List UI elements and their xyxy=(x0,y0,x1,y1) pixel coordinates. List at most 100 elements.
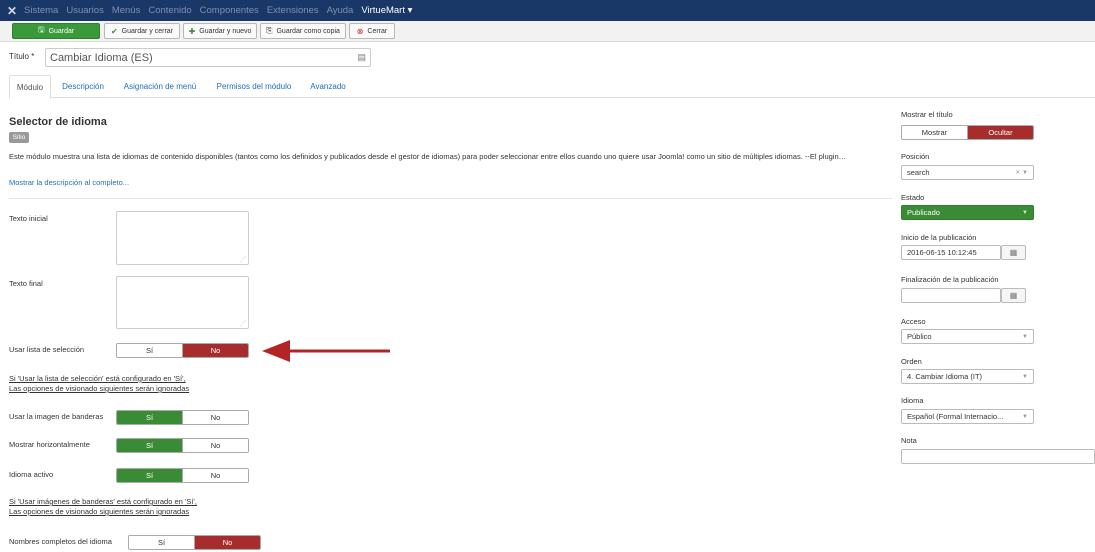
posicion-select[interactable]: search ✕ ▼ xyxy=(901,165,1034,180)
joomla-logo-icon[interactable]: ✕ xyxy=(0,0,24,21)
module-description: Este módulo muestra una lista de idiomas… xyxy=(9,152,847,161)
menu-ayuda[interactable]: Ayuda xyxy=(327,5,354,16)
orden-select[interactable]: 4. Cambiar Idioma (IT) ▼ xyxy=(901,369,1034,384)
nota-input[interactable] xyxy=(901,449,1095,464)
tab-bar: Módulo Descripción Asignación de menú Pe… xyxy=(9,75,1095,99)
chevron-down-icon: ▼ xyxy=(1022,209,1028,216)
site-badge: Sitio xyxy=(9,132,29,143)
close-circle-icon: ⊗ xyxy=(356,26,364,36)
tab-descripcion[interactable]: Descripción xyxy=(57,75,109,98)
mostrar-horiz-toggle: Sí No xyxy=(116,438,249,453)
nombres-completos-label: Nombres completos del idioma xyxy=(9,537,112,546)
menu-virtuemart[interactable]: VirtueMart ▾ xyxy=(361,5,412,16)
save-new-button[interactable]: ✚ Guardar y nuevo xyxy=(183,23,257,39)
admin-menubar: ✕ Sistema Usuarios Menús Contenido Compo… xyxy=(0,0,1095,21)
save-close-button[interactable]: ✔ Guardar y cerrar xyxy=(104,23,180,39)
title-input[interactable]: Cambiar Idioma (ES) ▤ xyxy=(45,48,371,67)
usar-lista-label: Usar lista de selección xyxy=(9,345,85,354)
idioma-label: Idioma xyxy=(901,396,924,405)
mostrar-titulo-toggle: Mostrar Ocultar xyxy=(901,125,1034,140)
nota-label: Nota xyxy=(901,436,917,445)
usar-imagen-no[interactable]: No xyxy=(182,411,248,424)
menu-extensiones[interactable]: Extensiones xyxy=(267,5,319,16)
idioma-activo-toggle: Sí No xyxy=(116,468,249,483)
chevron-down-icon: ▼ xyxy=(1022,413,1028,420)
texto-final-label: Texto final xyxy=(9,279,43,288)
inicio-publicacion-input[interactable]: 2016-06-15 10:12:45 xyxy=(901,245,1001,260)
idioma-select[interactable]: Español (Formal Internacio... ▼ xyxy=(901,409,1034,424)
module-heading: Selector de idioma xyxy=(9,116,107,128)
estado-value: Publicado xyxy=(907,208,940,217)
finalizacion-publicacion-label: Finalización de la publicación xyxy=(901,275,999,284)
mostrar-titulo-show[interactable]: Mostrar xyxy=(902,126,967,139)
field-options-icon[interactable]: ▤ xyxy=(357,52,366,63)
nombres-completos-no[interactable]: No xyxy=(194,536,260,549)
estado-select[interactable]: Publicado ▼ xyxy=(901,205,1034,220)
save-button[interactable]: 🖫 Guardar xyxy=(12,23,100,39)
chevron-down-icon: ▼ xyxy=(1022,373,1028,380)
inicio-publicacion-label: Inicio de la publicación xyxy=(901,233,977,242)
usar-imagen-toggle: Sí No xyxy=(116,410,249,425)
idioma-activo-yes[interactable]: Sí xyxy=(117,469,182,482)
toolbar: 🖫 Guardar ✔ Guardar y cerrar ✚ Guardar y nu… xyxy=(0,21,1095,42)
nombres-completos-yes[interactable]: Sí xyxy=(129,536,194,549)
show-full-description-link[interactable]: Mostrar la descripción al completo... xyxy=(9,178,129,187)
mostrar-titulo-hide[interactable]: Ocultar xyxy=(967,126,1033,139)
note-banderas-line2: Las opciones de visionado siguientes ser… xyxy=(9,507,190,516)
menu-componentes[interactable]: Componentes xyxy=(200,5,259,16)
orden-value: 4. Cambiar Idioma (IT) xyxy=(907,372,983,381)
close-button[interactable]: ⊗ Cerrar xyxy=(349,23,395,39)
mostrar-horiz-yes[interactable]: Sí xyxy=(117,439,182,452)
texto-inicial-textarea[interactable]: ⋰ xyxy=(116,211,249,265)
estado-label: Estado xyxy=(901,193,925,202)
tab-asignacion-menu[interactable]: Asignación de menú xyxy=(117,75,203,98)
menu-usuarios[interactable]: Usuarios xyxy=(66,5,104,16)
tab-permisos[interactable]: Permisos del módulo xyxy=(211,75,297,98)
texto-inicial-label: Texto inicial xyxy=(9,214,48,223)
clear-chevron-icon[interactable]: ✕ ▼ xyxy=(1015,169,1028,176)
mostrar-titulo-label: Mostrar el título xyxy=(901,110,953,119)
mostrar-horiz-no[interactable]: No xyxy=(182,439,248,452)
copy-icon: ⎘ xyxy=(266,26,273,35)
usar-imagen-label: Usar la imagen de banderas xyxy=(9,412,104,421)
red-arrow-icon xyxy=(262,340,390,362)
acceso-label: Acceso xyxy=(901,317,926,326)
resize-grip-icon[interactable]: ⋰ xyxy=(240,320,246,327)
usar-imagen-yes[interactable]: Sí xyxy=(117,411,182,424)
finalizacion-publicacion-input[interactable] xyxy=(901,288,1001,303)
title-value: Cambiar Idioma (ES) xyxy=(50,51,153,64)
divider xyxy=(9,198,892,199)
save-copy-button[interactable]: ⎘ Guardar como copia xyxy=(260,23,346,39)
calendar-icon[interactable]: ▦ xyxy=(1001,245,1026,260)
check-icon: ✔ xyxy=(110,26,118,36)
chevron-down-icon: ▼ xyxy=(1022,333,1028,340)
tab-modulo[interactable]: Módulo xyxy=(9,75,51,99)
acceso-value: Público xyxy=(907,332,932,341)
orden-label: Orden xyxy=(901,357,922,366)
usar-lista-yes[interactable]: Sí xyxy=(117,344,182,357)
posicion-value: search xyxy=(907,168,930,177)
calendar-icon[interactable]: ▦ xyxy=(1001,288,1026,303)
usar-lista-no[interactable]: No xyxy=(182,344,248,357)
inicio-publicacion-value: 2016-06-15 10:12:45 xyxy=(907,248,977,257)
nombres-completos-toggle: Sí No xyxy=(128,535,261,550)
title-label: Título * xyxy=(9,52,35,61)
save-icon: 🖫 xyxy=(37,25,45,34)
mostrar-horiz-label: Mostrar horizontalmente xyxy=(9,440,90,449)
tab-avanzado[interactable]: Avanzado xyxy=(305,75,351,98)
idioma-activo-no[interactable]: No xyxy=(182,469,248,482)
posicion-label: Posición xyxy=(901,152,930,161)
note-lista-line1: Si 'Usar la lista de selección' está con… xyxy=(9,374,186,383)
menu-sistema[interactable]: Sistema xyxy=(24,5,58,16)
menu-menus[interactable]: Menús xyxy=(112,5,141,16)
note-lista-line2: Las opciones de visionado siguientes ser… xyxy=(9,384,190,393)
idioma-value: Español (Formal Internacio... xyxy=(907,412,1004,421)
usar-lista-toggle: Sí No xyxy=(116,343,249,358)
texto-final-textarea[interactable]: ⋰ xyxy=(116,276,249,329)
plus-icon: ✚ xyxy=(188,26,196,36)
resize-grip-icon[interactable]: ⋰ xyxy=(240,256,246,263)
idioma-activo-label: Idioma activo xyxy=(9,470,54,479)
note-banderas-line1: Si 'Usar imágenes de banderas' está conf… xyxy=(9,497,197,506)
acceso-select[interactable]: Público ▼ xyxy=(901,329,1034,344)
menu-contenido[interactable]: Contenido xyxy=(148,5,191,16)
